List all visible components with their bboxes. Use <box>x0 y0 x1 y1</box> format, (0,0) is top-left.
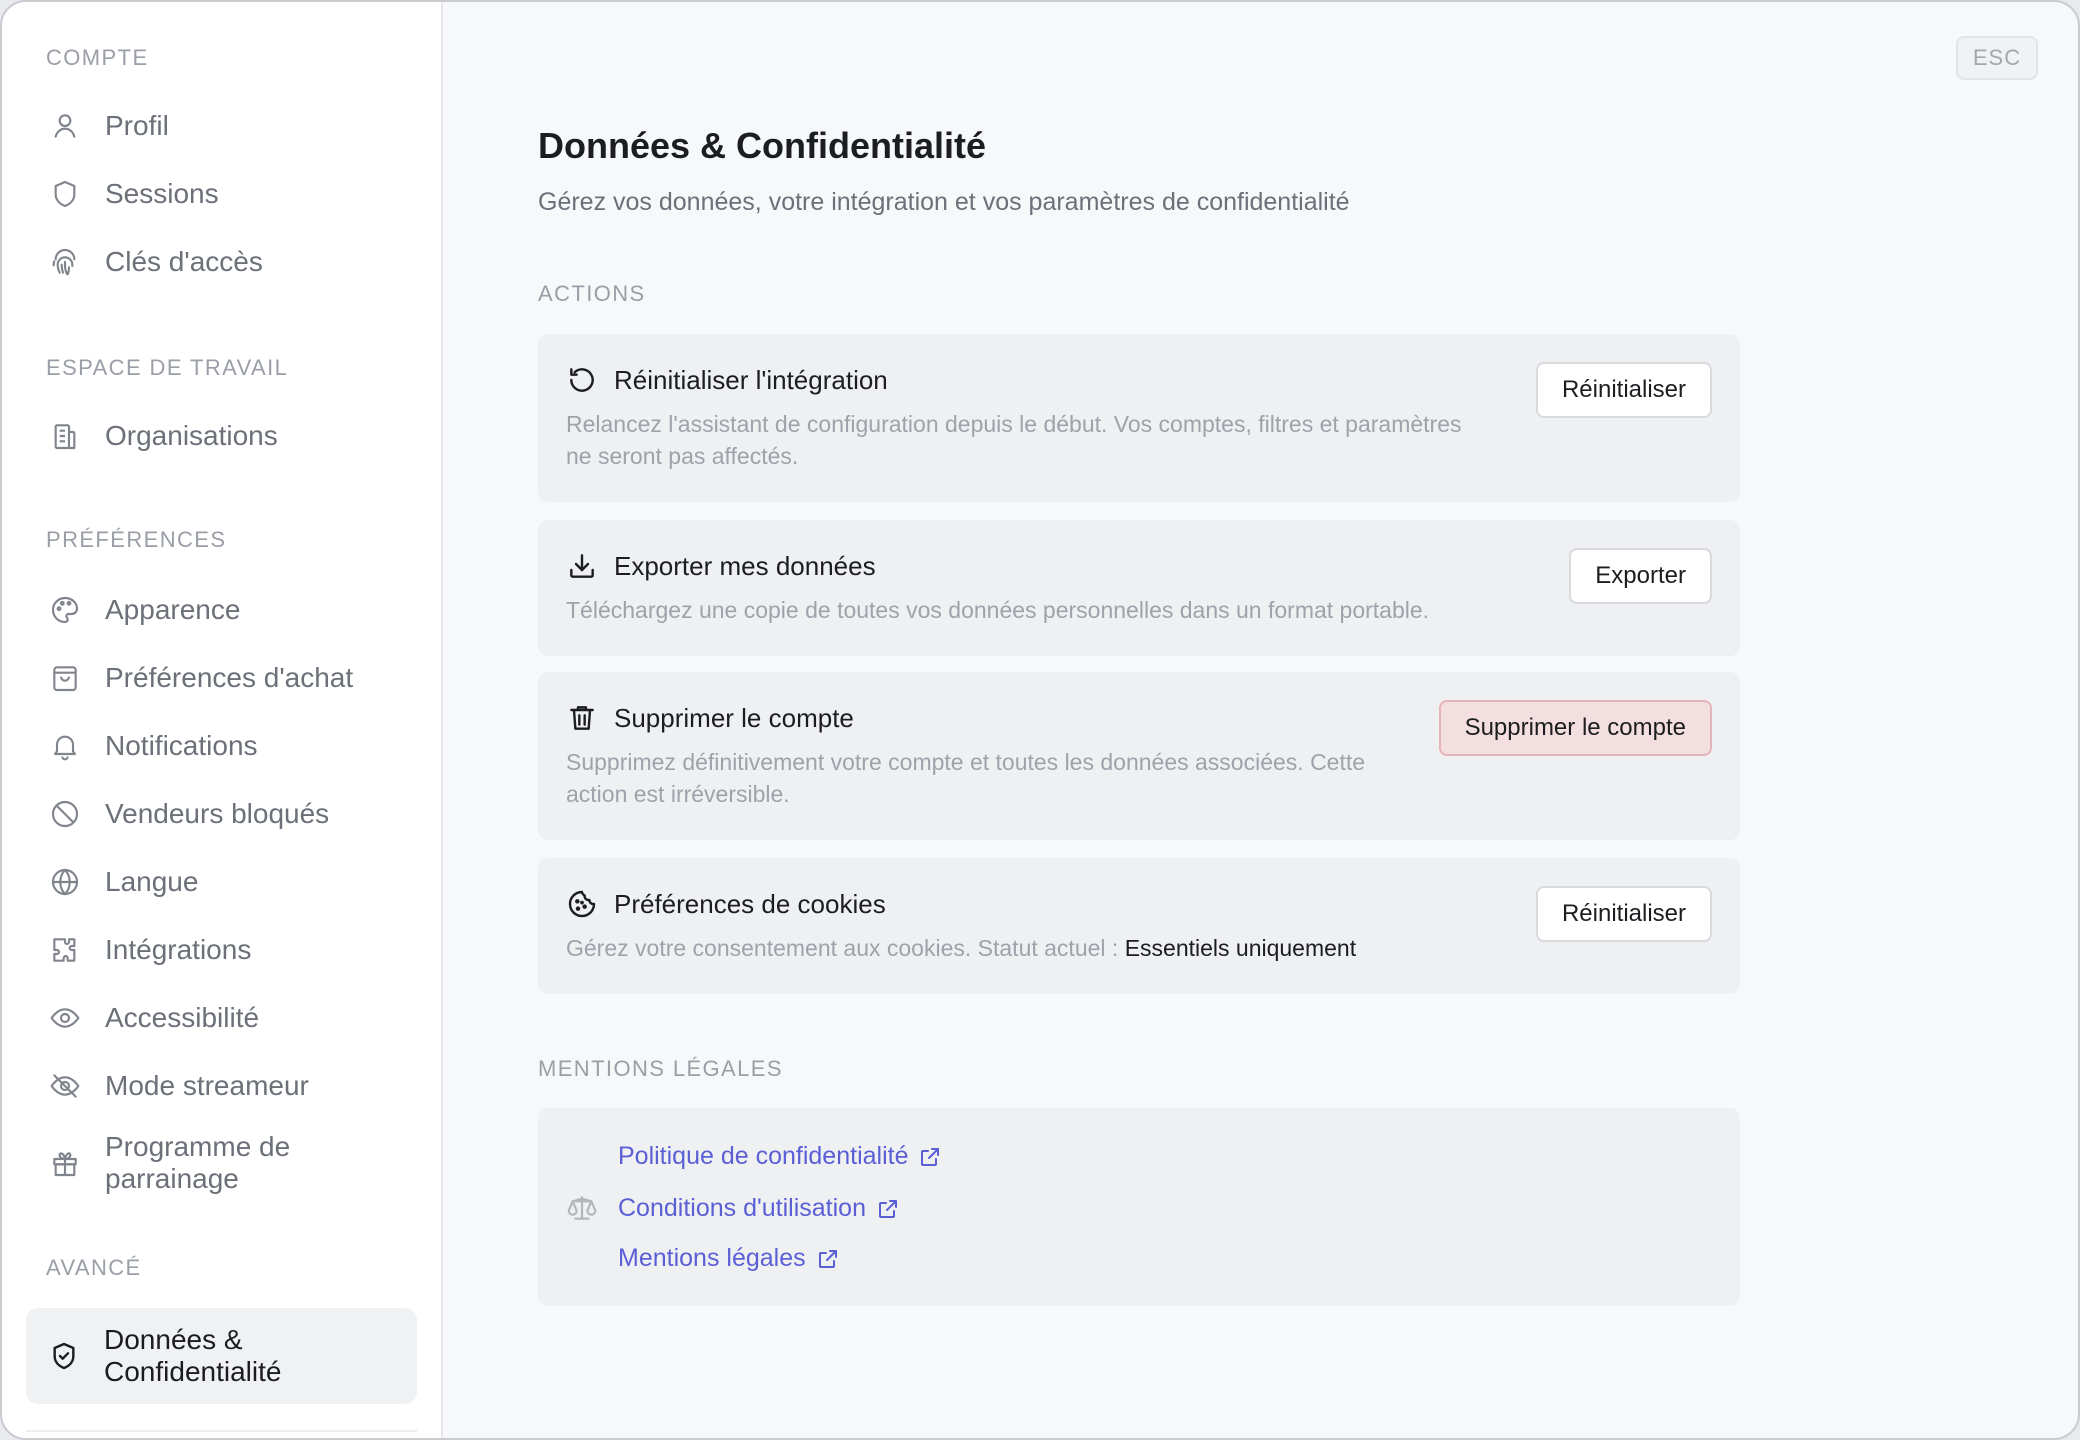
fingerprint-icon <box>49 246 81 278</box>
group-label-preferences: PRÉFÉRENCES <box>46 527 227 552</box>
palette-icon <box>49 594 81 626</box>
privacy-policy-link[interactable]: Politique de confidentialité <box>618 1142 942 1171</box>
page-subtitle: Gérez vos données, votre intégration et … <box>538 188 1350 216</box>
sidebar-item-label: Vendeurs bloqués <box>105 798 330 829</box>
reset-cookies-button[interactable]: Réinitialiser <box>1535 886 1712 942</box>
external-link-icon <box>816 1247 840 1271</box>
esc-button[interactable]: ESC <box>1956 36 2038 80</box>
label-line-2: parrainage <box>105 1163 239 1194</box>
reset-onboarding-button[interactable]: Réinitialiser <box>1535 362 1712 418</box>
download-icon <box>566 550 598 582</box>
trash-icon <box>566 702 598 734</box>
desc-line-2: action est irréversible. <box>566 781 790 807</box>
cookie-status: Essentiels uniquement <box>1124 935 1357 961</box>
sidebar-item-donnees[interactable]: Données & Confidentialité <box>26 1308 417 1404</box>
sidebar-item-achat[interactable]: Préférences d'achat <box>2 644 441 712</box>
label-line-1: Données & <box>104 1324 243 1355</box>
sidebar-item-notifications[interactable]: Notifications <box>2 712 441 780</box>
link-label: Politique de confidentialité <box>618 1142 909 1170</box>
sidebar-item-label: Données & Confidentialité <box>104 1324 281 1388</box>
card-reset-onboarding: Réinitialiser l'intégration Relancez l'a… <box>538 334 1740 502</box>
sidebar-item-label: Accessibilité <box>105 1002 260 1033</box>
external-link-icon <box>918 1145 942 1169</box>
rotate-ccw-icon <box>566 364 598 396</box>
page-title: Données & Confidentialité <box>538 125 987 166</box>
sidebar-item-label: Organisations <box>105 420 278 451</box>
building-icon <box>49 420 81 452</box>
card-description: Téléchargez une copie de toutes vos donn… <box>566 597 1430 623</box>
section-label-actions: ACTIONS <box>538 281 646 306</box>
label-line-1: Programme de <box>105 1131 291 1162</box>
gift-icon <box>49 1147 81 1179</box>
sidebar-item-label: Programme de parrainage <box>105 1131 290 1195</box>
settings-window: COMPTE Profil Sessions Clés d'accès ESPA… <box>0 0 2080 1440</box>
sidebar-item-label: Préférences d'achat <box>105 662 354 693</box>
user-icon <box>49 110 81 142</box>
link-label: Conditions d'utilisation <box>618 1194 866 1222</box>
card-delete-account: Supprimer le compte Supprimez définitive… <box>538 672 1740 840</box>
group-label-compte: COMPTE <box>46 45 149 70</box>
sidebar-item-apparence[interactable]: Apparence <box>2 576 441 644</box>
puzzle-icon <box>49 934 81 966</box>
card-title: Préférences de cookies <box>614 888 886 919</box>
link-label: Mentions légales <box>618 1244 806 1272</box>
card-title: Réinitialiser l'intégration <box>614 364 888 395</box>
delete-account-button[interactable]: Supprimer le compte <box>1438 700 1712 756</box>
card-description: Relancez l'assistant de configuration de… <box>566 408 1712 472</box>
sidebar-item-label: Sessions <box>105 178 219 209</box>
desc-text: Gérez votre consentement aux cookies. St… <box>566 935 1125 961</box>
sidebar-item-accessibilite[interactable]: Accessibilité <box>2 984 441 1052</box>
legal-notice-link[interactable]: Mentions légales <box>618 1244 840 1273</box>
main-content: ESC Données & Confidentialité Gérez vos … <box>443 2 2078 1438</box>
card-export-data: Exporter mes données Téléchargez une cop… <box>538 520 1740 656</box>
card-title: Exporter mes données <box>614 550 876 581</box>
sidebar-item-label: Clés d'accès <box>105 246 263 277</box>
sidebar-item-langue[interactable]: Langue <box>2 848 441 916</box>
sidebar-item-label: Profil <box>105 110 169 141</box>
sidebar-item-label: Intégrations <box>105 934 252 965</box>
sidebar-item-label: Notifications <box>105 730 258 761</box>
bell-icon <box>49 730 81 762</box>
eye-icon <box>49 1002 81 1034</box>
sidebar-item-label: Langue <box>105 866 199 897</box>
terms-link[interactable]: Conditions d'utilisation <box>618 1194 900 1223</box>
sidebar-item-parrainage[interactable]: Programme de parrainage <box>2 1120 441 1206</box>
group-label-avance: AVANCÉ <box>46 1255 142 1280</box>
divider <box>26 1430 417 1432</box>
sidebar-item-integrations[interactable]: Intégrations <box>2 916 441 984</box>
legal-card: Politique de confidentialité Conditions … <box>538 1108 1740 1306</box>
content: Données & Confidentialité Gérez vos donn… <box>538 124 1740 1306</box>
globe-icon <box>49 866 81 898</box>
sidebar-item-sessions[interactable]: Sessions <box>2 160 441 228</box>
export-button[interactable]: Exporter <box>1569 548 1712 604</box>
group-label-espace: ESPACE DE TRAVAIL <box>46 355 289 380</box>
sidebar-item-organisations[interactable]: Organisations <box>2 402 441 470</box>
eye-off-icon <box>49 1070 81 1102</box>
card-title: Supprimer le compte <box>614 702 854 733</box>
sidebar-item-vendeurs[interactable]: Vendeurs bloqués <box>2 780 441 848</box>
section-label-legal: MENTIONS LÉGALES <box>538 1056 783 1081</box>
shield-icon <box>49 178 81 210</box>
cookie-icon <box>566 888 598 920</box>
scale-icon <box>566 1192 598 1224</box>
desc-line-2: ne seront pas affectés. <box>566 443 799 469</box>
card-cookie-preferences: Préférences de cookies Gérez votre conse… <box>538 858 1740 994</box>
sidebar-item-label: Mode streameur <box>105 1070 309 1101</box>
sidebar-item-label: Apparence <box>105 594 241 625</box>
label-line-2: Confidentialité <box>104 1356 282 1387</box>
external-link-icon <box>876 1197 900 1221</box>
ban-icon <box>49 798 81 830</box>
sidebar-item-profil[interactable]: Profil <box>2 92 441 160</box>
shield-check-icon <box>48 1340 80 1372</box>
shopping-bag-icon <box>49 662 81 694</box>
sidebar-item-streameur[interactable]: Mode streameur <box>2 1052 441 1120</box>
sidebar: COMPTE Profil Sessions Clés d'accès ESPA… <box>2 2 443 1438</box>
sidebar-item-cles[interactable]: Clés d'accès <box>2 228 441 296</box>
